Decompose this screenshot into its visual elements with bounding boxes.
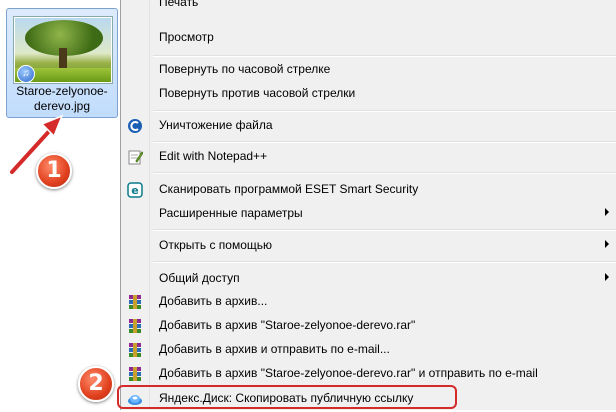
menu-separator	[153, 261, 616, 263]
menu-separator	[153, 110, 616, 112]
menu-item-shred-file[interactable]: Уничтожение файла	[121, 115, 616, 137]
menu-separator	[153, 141, 616, 143]
svg-text:e: e	[131, 184, 138, 197]
menu-item-add-to-rar[interactable]: Добавить в архив "Staroe-zelyonoe-derevo…	[121, 315, 616, 337]
menu-item-preview[interactable]: Просмотр	[121, 27, 616, 49]
menu-item-advanced-options[interactable]: Расширенные параметры	[121, 203, 616, 225]
menu-separator	[153, 229, 616, 231]
winrar-icon	[127, 318, 143, 334]
ccleaner-icon	[127, 118, 143, 134]
menu-item-rar-and-email[interactable]: Добавить в архив "Staroe-zelyonoe-derevo…	[121, 363, 616, 385]
context-menu: Печать Просмотр Повернуть по часовой стр…	[120, 0, 616, 410]
winrar-icon	[127, 342, 143, 358]
menu-item-share[interactable]: Общий доступ	[121, 268, 616, 290]
menu-separator	[153, 172, 616, 174]
submenu-arrow-icon	[605, 240, 609, 248]
winrar-icon	[127, 294, 143, 310]
menu-item-archive-and-email[interactable]: Добавить в архив и отправить по e-mail..…	[121, 339, 616, 361]
callout-number-1: 1	[36, 153, 72, 189]
menu-item-open-with[interactable]: Открыть с помощью	[121, 235, 616, 257]
eset-icon: e	[127, 182, 143, 198]
submenu-arrow-icon	[605, 208, 609, 216]
highlight-box	[117, 385, 457, 409]
menu-item-rotate-ccw[interactable]: Повернуть против часовой стрелки	[121, 83, 616, 105]
menu-item-print[interactable]: Печать	[121, 0, 616, 14]
menu-item-edit-notepad[interactable]: Edit with Notepad++	[121, 146, 616, 168]
menu-item-add-to-archive[interactable]: Добавить в архив...	[121, 291, 616, 313]
winrar-icon	[127, 366, 143, 382]
menu-item-rotate-cw[interactable]: Повернуть по часовой стрелке	[121, 59, 616, 81]
menu-item-eset-scan[interactable]: e Сканировать программой ESET Smart Secu…	[121, 179, 616, 201]
callout-number-2: 2	[78, 366, 114, 402]
notepad-icon	[127, 149, 144, 165]
media-badge-icon: ♫	[17, 65, 35, 83]
menu-separator	[153, 55, 616, 57]
submenu-arrow-icon	[605, 273, 609, 281]
